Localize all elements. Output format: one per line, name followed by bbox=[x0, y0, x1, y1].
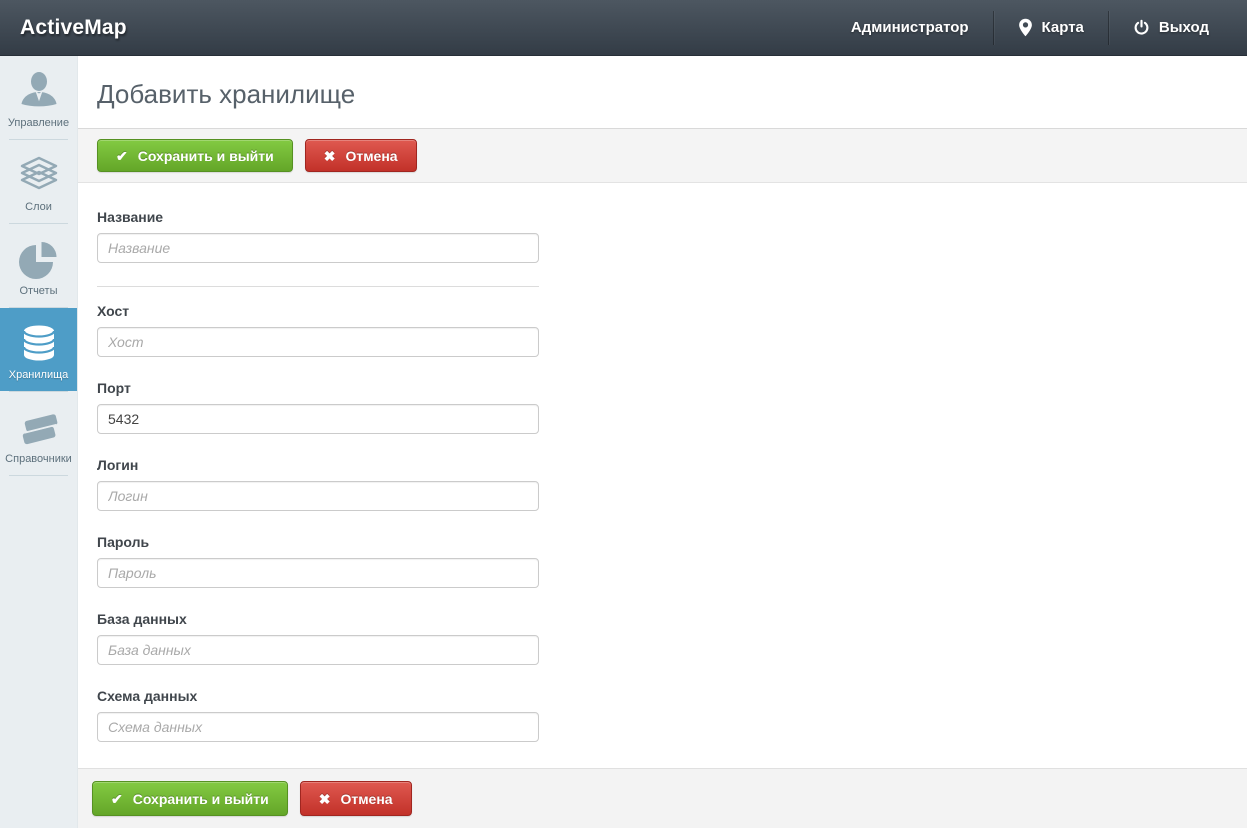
logout-link[interactable]: Выход bbox=[1109, 0, 1233, 55]
location-pin-icon bbox=[1018, 18, 1033, 37]
form-field-database: База данных bbox=[97, 611, 539, 665]
save-button[interactable]: ✔ Сохранить и выйти bbox=[97, 139, 293, 172]
toolbar-bottom: ✔ Сохранить и выйти ✖ Отмена bbox=[78, 768, 1247, 828]
sidebar: Управление Слои Отчеты bbox=[0, 56, 78, 828]
field-label: Хост bbox=[97, 303, 539, 320]
user-icon bbox=[2, 69, 75, 113]
cancel-button-label: Отмена bbox=[345, 148, 397, 164]
field-label: Схема данных bbox=[97, 688, 539, 705]
app-window: ActiveMap Администратор Карта bbox=[0, 0, 1247, 828]
sidebar-item-label: Справочники bbox=[2, 453, 75, 465]
port-input[interactable] bbox=[97, 404, 539, 434]
form-field-login: Логин bbox=[97, 457, 539, 511]
layers-icon bbox=[2, 153, 75, 197]
sidebar-item-management[interactable]: Управление bbox=[0, 56, 77, 139]
map-link[interactable]: Карта bbox=[994, 0, 1108, 55]
form-field-password: Пароль bbox=[97, 534, 539, 588]
sidebar-item-label: Отчеты bbox=[2, 285, 75, 297]
title-row: Добавить хранилище bbox=[78, 56, 1247, 128]
field-label: Пароль bbox=[97, 534, 539, 551]
top-nav: Администратор Карта Вых bbox=[827, 0, 1233, 55]
save-button[interactable]: ✔ Сохранить и выйти bbox=[92, 781, 288, 816]
field-label: База данных bbox=[97, 611, 539, 628]
database-icon bbox=[2, 321, 75, 365]
login-input[interactable] bbox=[97, 481, 539, 511]
logout-link-label: Выход bbox=[1159, 19, 1209, 36]
sidebar-item-layers[interactable]: Слои bbox=[0, 140, 77, 223]
sidebar-divider bbox=[9, 475, 68, 476]
save-button-label: Сохранить и выйти bbox=[133, 791, 269, 807]
toolbar-top: ✔ Сохранить и выйти ✖ Отмена bbox=[78, 128, 1247, 183]
sidebar-item-label: Слои bbox=[2, 201, 75, 213]
page-title: Добавить хранилище bbox=[97, 80, 1228, 108]
form-divider bbox=[97, 286, 539, 287]
save-button-label: Сохранить и выйти bbox=[138, 148, 274, 164]
map-link-label: Карта bbox=[1042, 19, 1084, 36]
form-field-name: Название bbox=[97, 209, 539, 263]
sidebar-item-label: Управление bbox=[2, 117, 75, 129]
power-icon bbox=[1133, 19, 1150, 36]
x-icon: ✖ bbox=[324, 149, 336, 163]
x-icon: ✖ bbox=[319, 792, 331, 806]
form-field-host: Хост bbox=[97, 303, 539, 357]
sidebar-item-reports[interactable]: Отчеты bbox=[0, 224, 77, 307]
main-content: Добавить хранилище ✔ Сохранить и выйти ✖… bbox=[78, 56, 1247, 828]
books-icon bbox=[2, 405, 75, 449]
check-icon: ✔ bbox=[116, 149, 128, 163]
form-field-schema: Схема данных bbox=[97, 688, 539, 742]
host-input[interactable] bbox=[97, 327, 539, 357]
app-logo[interactable]: ActiveMap bbox=[20, 16, 127, 40]
cancel-button[interactable]: ✖ Отмена bbox=[300, 781, 412, 816]
current-user-label: Администратор bbox=[851, 19, 969, 36]
form-field-port: Порт bbox=[97, 380, 539, 434]
name-input[interactable] bbox=[97, 233, 539, 263]
field-label: Название bbox=[97, 209, 539, 226]
storage-form: Название Хост Порт Логин Пароль База дан… bbox=[78, 183, 1247, 793]
sidebar-item-directories[interactable]: Справочники bbox=[0, 392, 77, 475]
cancel-button[interactable]: ✖ Отмена bbox=[305, 139, 417, 172]
cancel-button-label: Отмена bbox=[340, 791, 392, 807]
pie-chart-icon bbox=[2, 237, 75, 281]
schema-input[interactable] bbox=[97, 712, 539, 742]
current-user-link[interactable]: Администратор bbox=[827, 0, 993, 55]
check-icon: ✔ bbox=[111, 792, 123, 806]
top-bar: ActiveMap Администратор Карта bbox=[0, 0, 1247, 56]
field-label: Порт bbox=[97, 380, 539, 397]
database-input[interactable] bbox=[97, 635, 539, 665]
password-input[interactable] bbox=[97, 558, 539, 588]
sidebar-item-storages[interactable]: Хранилища bbox=[0, 308, 77, 391]
field-label: Логин bbox=[97, 457, 539, 474]
sidebar-item-label: Хранилища bbox=[2, 369, 75, 381]
